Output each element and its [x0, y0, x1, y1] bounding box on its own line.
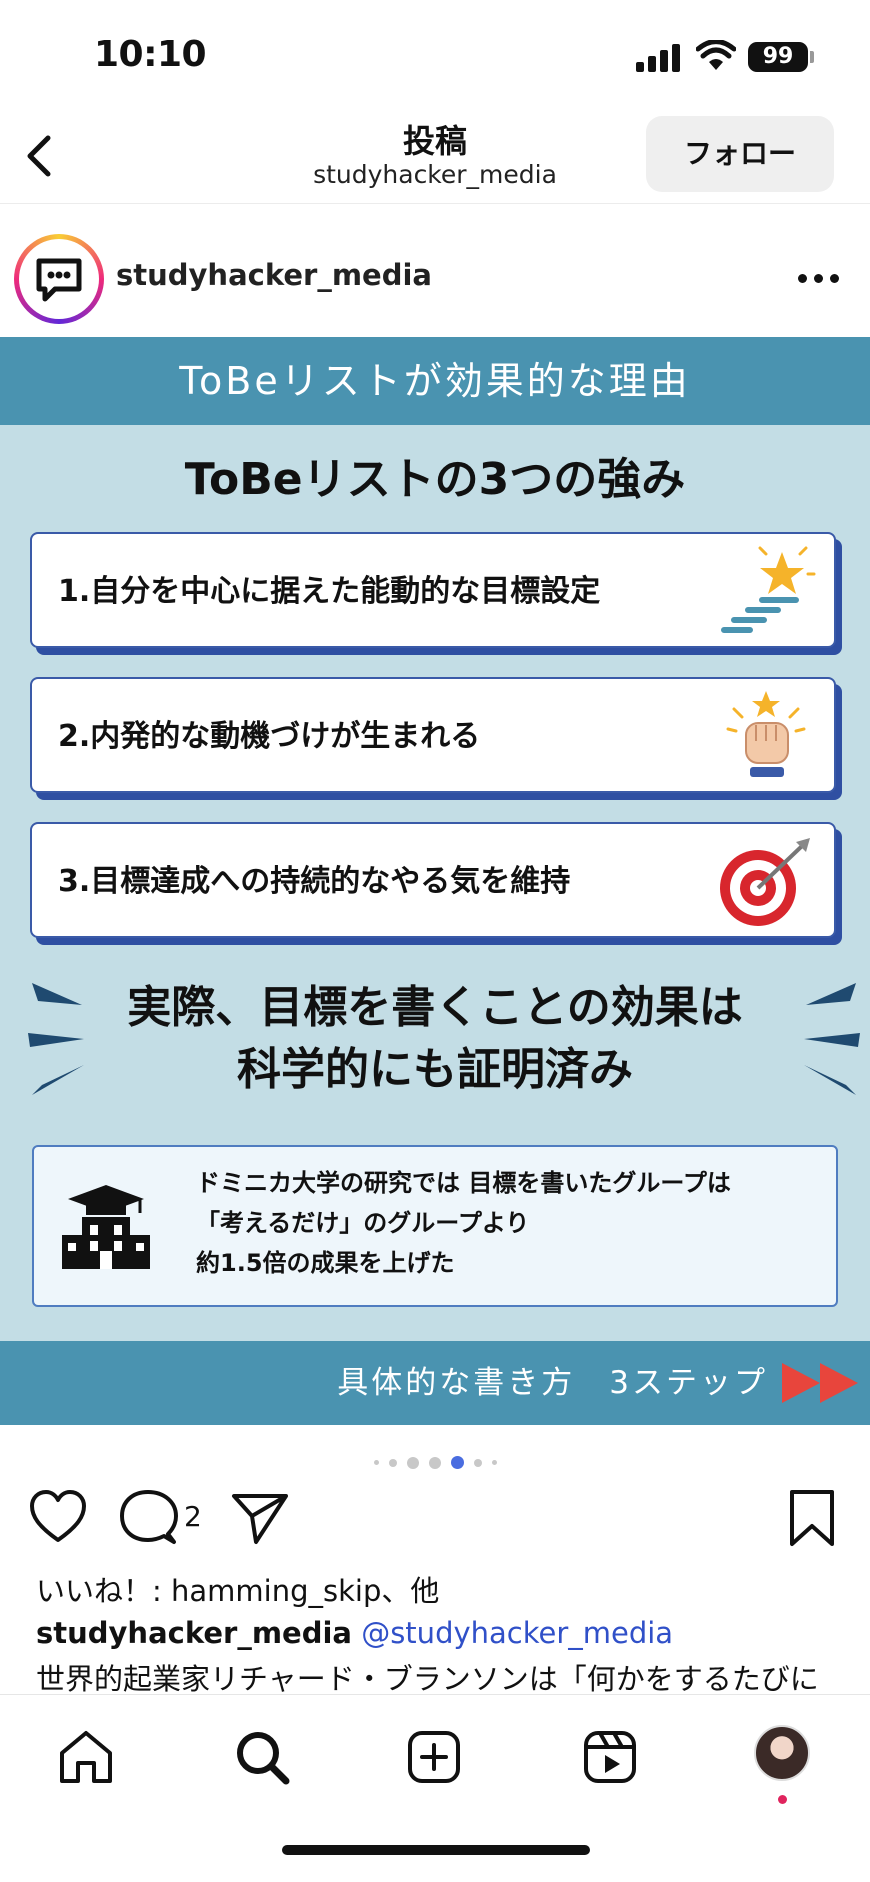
image-footer: 具体的な書き方 3ステップ: [0, 1341, 870, 1425]
reels-icon[interactable]: [580, 1727, 640, 1787]
claim-text: 実際、目標を書くことの効果は 科学的にも証明済み: [0, 977, 870, 1101]
carousel-dot: [473, 1458, 482, 1467]
research-text: ドミニカ大学の研究では 目標を書いたグループは 「考えるだけ」のグループより 約…: [196, 1163, 731, 1283]
wifi-icon: [696, 40, 736, 70]
carousel-indicator: [0, 1452, 870, 1472]
carousel-dot: [428, 1456, 441, 1469]
chat-logo-icon: [36, 258, 82, 302]
author-name[interactable]: studyhacker_media: [116, 258, 432, 292]
strength-text: 3.目標達成への持続的なやる気を維持: [58, 864, 571, 899]
strength-card-3: 3.目標達成への持続的なやる気を維持: [30, 822, 836, 938]
status-bar: 10:10 99: [0, 0, 870, 110]
image-footer-text: 具体的な書き方 3ステップ: [337, 1365, 768, 1401]
battery-tip: [810, 51, 814, 63]
signal-icon: [636, 44, 682, 72]
research-line-3: 約1.5倍の成果を上げた: [196, 1249, 455, 1277]
likes-text[interactable]: いいね！: hamming_skip、他: [36, 1568, 439, 1610]
status-time: 10:10: [94, 34, 207, 75]
post-header: studyhacker_media: [0, 226, 870, 334]
home-indicator: [282, 1845, 590, 1855]
carousel-dot: [450, 1456, 464, 1469]
comment-icon[interactable]: [118, 1488, 178, 1548]
author-avatar[interactable]: [14, 234, 104, 324]
search-icon[interactable]: [232, 1727, 292, 1787]
caption-mention[interactable]: @studyhacker_media: [361, 1616, 673, 1650]
strength-text: 2.内発的な動機づけが生まれる: [58, 719, 481, 754]
strength-card-2: 2.内発的な動機づけが生まれる: [30, 677, 836, 793]
notification-dot: [778, 1795, 787, 1804]
bookmark-icon[interactable]: [782, 1488, 842, 1548]
research-line-1: ドミニカ大学の研究では 目標を書いたグループは: [196, 1169, 731, 1197]
image-banner: ToBeリストが効果的な理由: [0, 337, 870, 425]
profile-avatar[interactable]: [754, 1725, 810, 1781]
carousel-dot: [388, 1458, 397, 1467]
double-arrow-right-icon: [782, 1363, 858, 1403]
battery-icon: 99: [748, 42, 808, 72]
image-heading: ToBeリストの3つの強み: [184, 454, 686, 505]
strength-text: 1.自分を中心に据えた能動的な目標設定: [58, 574, 601, 609]
follow-button[interactable]: フォロー: [646, 116, 834, 192]
target-arrow-icon: [720, 838, 810, 926]
claim-line-1: 実際、目標を書くことの効果は: [127, 982, 743, 1033]
stairs-star-icon: [721, 546, 816, 633]
school-icon: [62, 1185, 150, 1269]
create-post-icon[interactable]: [404, 1727, 464, 1787]
caption-author[interactable]: studyhacker_media: [36, 1616, 352, 1650]
more-options-icon[interactable]: [798, 274, 842, 284]
comment-count: 2: [184, 1500, 202, 1533]
top-nav: 投稿 studyhacker_media フォロー: [0, 110, 870, 204]
strength-card-1: 1.自分を中心に据えた能動的な目標設定: [30, 532, 836, 648]
claim-line-2: 科学的にも証明済み: [237, 1044, 633, 1095]
share-icon[interactable]: [230, 1488, 290, 1548]
caption-header: studyhacker_media @studyhacker_media: [36, 1616, 673, 1650]
carousel-dot: [406, 1456, 419, 1469]
action-bar: 2: [0, 1488, 870, 1568]
bottom-tab-bar: [0, 1694, 870, 1882]
research-line-2: 「考えるだけ」のグループより: [196, 1209, 530, 1237]
carousel-dot: [491, 1460, 497, 1465]
carousel-dot: [373, 1460, 379, 1465]
raised-fist-icon: [726, 691, 806, 777]
heart-icon[interactable]: [28, 1488, 88, 1548]
home-icon[interactable]: [56, 1727, 116, 1787]
research-box: ドミニカ大学の研究では 目標を書いたグループは 「考えるだけ」のグループより 約…: [32, 1145, 838, 1307]
post-image[interactable]: ToBeリストが効果的な理由 ToBeリストの3つの強み 1.自分を中心に据えた…: [0, 337, 870, 1425]
